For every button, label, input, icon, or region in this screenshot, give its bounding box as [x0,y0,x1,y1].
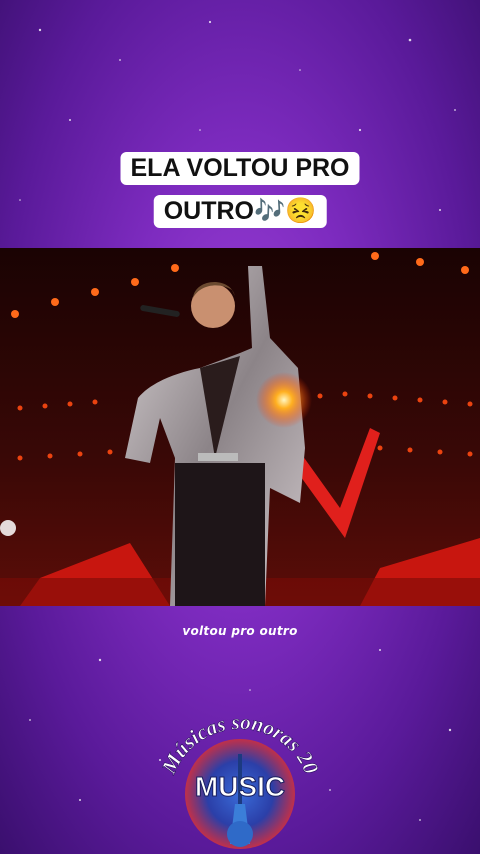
concert-scene [0,248,480,606]
caption-line-1: ELA VOLTOU PRO [120,152,360,185]
concert-video-frame[interactable] [0,248,480,606]
musicas-sonoras-logo: Músicas sonoras 20 MUSIC [156,710,324,849]
logo-music-word: MUSIC [195,771,285,802]
caption-line-2: OUTRO🎶😣 [153,195,327,228]
video-subtitle: voltou pro outro [182,624,298,638]
